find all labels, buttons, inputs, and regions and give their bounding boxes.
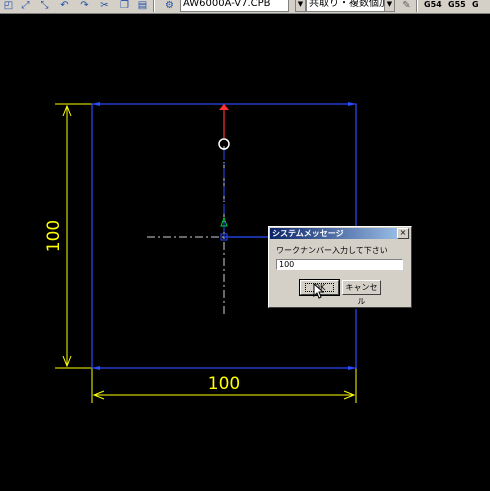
dim-text-vertical: 100 xyxy=(44,220,64,252)
dialog-title: システムメッセージ xyxy=(270,228,410,239)
mode-combo[interactable]: 共取り・複数個加工 xyxy=(306,0,385,12)
settings-icon[interactable]: ⚙ xyxy=(163,0,176,11)
toolpath-start-arrow xyxy=(219,104,229,110)
g55-button[interactable]: G55 xyxy=(448,0,466,9)
select-icon[interactable]: ◰ xyxy=(2,0,15,11)
file-combo-arrow[interactable]: ▼ xyxy=(295,0,306,12)
cancel-button[interactable]: キャンセル xyxy=(342,280,381,306)
close-icon[interactable]: × xyxy=(397,228,409,239)
cad-canvas[interactable]: 100 100 xyxy=(0,14,490,491)
file-combo[interactable]: AW6000A-V7.CPB xyxy=(180,0,289,12)
cut-icon[interactable]: ✂ xyxy=(98,0,111,11)
dim-text-horizontal: 100 xyxy=(208,374,240,394)
system-message-dialog: システムメッセージ × ワークナンバー入力して下さい OK キャンセル xyxy=(268,226,412,308)
toolbar: ◰ ⤢ ⤡ ↶ ↷ ✂ ❐ ▤ ⚙ AW6000A-V7.CPB ▼ 共取り・複… xyxy=(0,0,490,14)
arc-icon[interactable]: ⤢ xyxy=(19,0,32,11)
help-icon[interactable]: ✎ xyxy=(400,0,413,11)
dialog-message: ワークナンバー入力して下さい xyxy=(276,246,388,255)
cancel-button-label: キャンセル xyxy=(345,283,378,306)
redo-icon[interactable]: ↷ xyxy=(78,0,91,11)
g-button[interactable]: G xyxy=(472,0,479,9)
mouse-cursor-icon xyxy=(313,283,325,299)
g54-button[interactable]: G54 xyxy=(424,0,442,9)
toolbar-separator xyxy=(153,0,155,12)
paste-icon[interactable]: ▤ xyxy=(136,0,149,11)
toolbar-separator xyxy=(416,0,418,12)
mode-combo-arrow[interactable]: ▼ xyxy=(384,0,395,12)
line-icon[interactable]: ⤡ xyxy=(38,0,51,11)
work-number-input[interactable] xyxy=(276,259,403,270)
copy-icon[interactable]: ❐ xyxy=(118,0,131,11)
undo-icon[interactable]: ↶ xyxy=(58,0,71,11)
